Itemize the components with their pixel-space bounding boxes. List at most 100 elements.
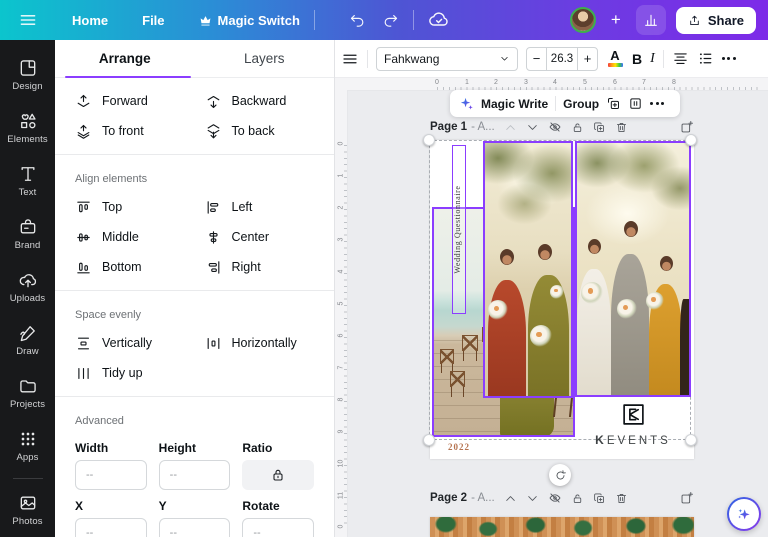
canva-assistant-button[interactable] — [727, 497, 761, 531]
brand-logo-block[interactable]: K EVENTS — [575, 402, 691, 447]
tab-layers[interactable]: Layers — [195, 40, 335, 77]
sidebar-item-apps[interactable]: Apps — [0, 420, 55, 473]
photo-bridesmaids-right[interactable] — [575, 141, 691, 397]
more-options-icon[interactable] — [721, 57, 736, 60]
backward-button[interactable]: Backward — [205, 86, 335, 116]
vertical-text-element[interactable]: Wedding Questionnaire — [452, 145, 466, 314]
add-member-button[interactable]: + — [606, 10, 626, 30]
main-menu-icon[interactable] — [18, 10, 38, 30]
group-button[interactable]: Group — [563, 97, 599, 111]
year-text[interactable]: 2022 — [448, 442, 470, 452]
font-size-increase-button[interactable]: + — [578, 48, 597, 70]
magic-switch-button[interactable]: Magic Switch — [199, 13, 300, 28]
selection-handle-bottom-left[interactable] — [423, 434, 435, 446]
crown-icon — [199, 14, 212, 27]
lock-page-icon[interactable] — [571, 121, 584, 134]
forward-button[interactable]: Forward — [75, 86, 205, 116]
rotate-field[interactable] — [242, 518, 314, 537]
hide-page-icon[interactable] — [548, 120, 562, 134]
action-label: Vertically — [102, 336, 153, 350]
text-align-icon[interactable] — [672, 50, 689, 67]
sidebar-item-uploads[interactable]: Uploads — [0, 260, 55, 313]
font-size-decrease-button[interactable]: − — [527, 48, 546, 70]
list-icon[interactable] — [697, 50, 714, 67]
toolbar-divider — [367, 49, 368, 68]
font-family-select[interactable]: Fahkwang — [376, 46, 518, 71]
selection-handle-bottom-right[interactable] — [685, 434, 697, 446]
align-left-button[interactable]: Left — [205, 192, 335, 222]
toolbar-menu-icon[interactable] — [341, 50, 359, 68]
delete-page-icon[interactable] — [615, 492, 628, 505]
canvas-area: Fahkwang − + A B I 01 — [335, 40, 768, 537]
sidebar-item-draw[interactable]: Draw — [0, 314, 55, 367]
add-page-icon[interactable] — [680, 120, 694, 134]
align-right-button[interactable]: Right — [205, 252, 335, 282]
delete-page-icon[interactable] — [615, 121, 628, 134]
sidebar-item-photos[interactable]: Photos — [0, 484, 55, 537]
draw-icon — [18, 323, 38, 343]
home-button[interactable]: Home — [72, 13, 108, 28]
to-back-button[interactable]: To back — [205, 116, 335, 146]
move-page-up-icon[interactable] — [504, 492, 517, 505]
x-field[interactable] — [75, 518, 147, 537]
sidebar-item-projects[interactable]: Projects — [0, 367, 55, 420]
context-more-icon[interactable] — [650, 102, 665, 105]
align-top-button[interactable]: Top — [75, 192, 205, 222]
vertical-text: Wedding Questionnaire — [453, 185, 462, 274]
sidebar-item-text[interactable]: Text — [0, 154, 55, 207]
action-label: Right — [231, 260, 261, 274]
ratio-lock-button[interactable] — [242, 460, 314, 490]
move-page-up-icon[interactable] — [504, 121, 517, 134]
height-field[interactable] — [158, 460, 231, 490]
insights-icon[interactable] — [635, 5, 666, 35]
move-page-down-icon[interactable] — [526, 492, 539, 505]
topbar: Home File Magic Switch + Share — [0, 0, 768, 40]
share-label: Share — [707, 12, 744, 28]
photo-bridesmaids-left[interactable] — [483, 141, 573, 398]
sidebar-item-elements[interactable]: Elements — [0, 101, 55, 154]
selection-handle-top-left[interactable] — [423, 134, 435, 146]
width-field[interactable] — [75, 460, 147, 490]
forward-icon — [75, 93, 92, 110]
duplicate-page-icon[interactable] — [593, 492, 606, 505]
gray-dress-figure — [610, 253, 649, 395]
magic-write-button[interactable]: Magic Write — [481, 97, 548, 111]
avatar[interactable] — [569, 7, 596, 33]
align-middle-button[interactable]: Middle — [75, 222, 205, 252]
y-field[interactable] — [158, 518, 231, 537]
hide-page-icon[interactable] — [548, 491, 562, 505]
align-center-button[interactable]: Center — [205, 222, 335, 252]
page1-canvas[interactable]: Wedding Questionnaire 2022 K EVENTS — [423, 134, 697, 459]
selection-handle-top-right[interactable] — [685, 134, 697, 146]
duplicate-page-icon[interactable] — [593, 121, 606, 134]
space-vertically-button[interactable]: Vertically — [75, 328, 205, 358]
action-label: Horizontally — [231, 336, 297, 350]
text-color-button[interactable]: A — [606, 49, 624, 67]
duplicate-icon[interactable] — [606, 96, 621, 111]
sidebar-item-brand[interactable]: Brand — [0, 207, 55, 260]
sidebar-item-design[interactable]: Design — [0, 48, 55, 101]
italic-button[interactable]: I — [650, 51, 655, 67]
context-toolbar: Magic Write Group — [450, 90, 680, 117]
lock-page-icon[interactable] — [571, 492, 584, 505]
add-page-icon[interactable] — [680, 491, 694, 505]
file-button[interactable]: File — [142, 13, 164, 28]
cloud-sync-icon — [428, 9, 450, 31]
to-front-button[interactable]: To front — [75, 116, 205, 146]
page2-canvas-preview[interactable] — [430, 517, 694, 537]
share-button[interactable]: Share — [675, 6, 756, 34]
rotate-handle[interactable] — [549, 464, 571, 486]
space-horizontally-button[interactable]: Horizontally — [205, 328, 335, 358]
move-page-down-icon[interactable] — [526, 121, 539, 134]
page2-title[interactable]: Page 2 — [430, 492, 467, 504]
tidy-up-button[interactable]: Tidy up — [75, 358, 205, 388]
position-icon[interactable] — [628, 96, 643, 111]
align-bottom-button[interactable]: Bottom — [75, 252, 205, 282]
page2-header: Page 2 - A... — [430, 490, 694, 506]
tab-arrange[interactable]: Arrange — [55, 40, 195, 78]
redo-icon[interactable] — [382, 12, 399, 29]
font-size-input[interactable] — [546, 47, 578, 70]
page1-title[interactable]: Page 1 — [430, 121, 467, 133]
undo-icon[interactable] — [349, 12, 366, 29]
bold-button[interactable]: B — [632, 51, 642, 67]
